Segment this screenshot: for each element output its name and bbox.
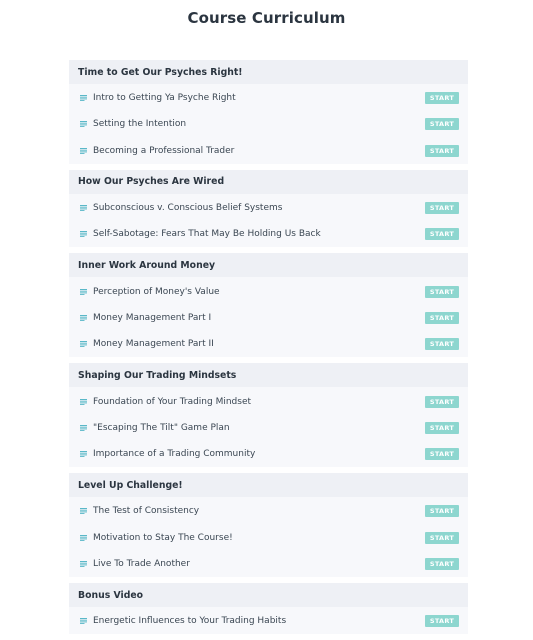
section-title: Shaping Our Trading Mindsets	[69, 363, 468, 388]
lecture-name: Live To Trade Another	[93, 559, 190, 569]
start-button[interactable]: START	[425, 395, 459, 408]
document-lines-icon	[80, 451, 87, 458]
lecture-item[interactable]: The Test of Consistency START	[69, 498, 468, 524]
curriculum-section: Time to Get Our Psyches Right! Intro to …	[69, 60, 468, 164]
lecture-item[interactable]: Intro to Getting Ya Psyche Right START	[69, 85, 468, 111]
start-button[interactable]: START	[425, 118, 459, 131]
document-lines-icon	[80, 121, 87, 128]
lecture-list: Perception of Money's Value START Money …	[69, 277, 468, 358]
start-button[interactable]: START	[425, 285, 459, 298]
start-button[interactable]: START	[425, 311, 459, 324]
start-button[interactable]: START	[425, 144, 459, 157]
course-curriculum: Time to Get Our Psyches Right! Intro to …	[69, 60, 468, 640]
document-lines-icon	[80, 618, 87, 625]
start-button[interactable]: START	[425, 615, 459, 628]
lecture-item[interactable]: Motivation to Stay The Course! START	[69, 525, 468, 551]
start-button[interactable]: START	[425, 531, 459, 544]
lecture-name: Motivation to Stay The Course!	[93, 532, 233, 543]
lecture-name: Perception of Money's Value	[93, 286, 220, 297]
document-lines-icon	[80, 205, 87, 212]
document-lines-icon	[80, 231, 87, 238]
lecture-item[interactable]: Subconscious v. Conscious Belief Systems…	[69, 195, 468, 221]
lecture-name: Self-Sabotage: Fears That May Be Holding…	[93, 229, 321, 240]
curriculum-section: How Our Psyches Are Wired Subconscious v…	[69, 169, 468, 248]
section-title: How Our Psyches Are Wired	[69, 169, 468, 194]
start-button[interactable]: START	[425, 228, 459, 241]
start-button[interactable]: START	[425, 505, 459, 518]
lecture-item[interactable]: Perception of Money's Value START	[69, 278, 468, 304]
lecture-item[interactable]: Live To Trade Another START	[69, 551, 468, 577]
lecture-name: Foundation of Your Trading Mindset	[93, 396, 252, 407]
lecture-name: Setting the Intention	[93, 119, 187, 130]
start-button[interactable]: START	[425, 338, 459, 351]
lecture-item[interactable]: "Escaping The Tilt" Game Plan START	[69, 415, 468, 441]
lecture-item[interactable]: Setting the Intention START	[69, 111, 468, 137]
lecture-name: The Test of Consistency	[93, 506, 200, 517]
lecture-list: Intro to Getting Ya Psyche Right START S…	[69, 84, 468, 164]
lecture-item[interactable]: Money Management Part I START	[69, 305, 468, 331]
lecture-list: Energetic Influences to Your Trading Hab…	[69, 607, 468, 635]
section-title: Time to Get Our Psyches Right!	[69, 60, 468, 84]
document-lines-icon	[80, 147, 87, 154]
lecture-item[interactable]: Foundation of Your Trading Mindset START	[69, 388, 468, 414]
document-lines-icon	[80, 314, 87, 321]
page-title: Course Curriculum	[187, 9, 346, 27]
document-lines-icon	[80, 534, 87, 541]
lecture-list: Foundation of Your Trading Mindset START…	[69, 387, 468, 468]
document-lines-icon	[80, 398, 87, 405]
document-lines-icon	[80, 561, 87, 567]
lecture-list: Subconscious v. Conscious Belief Systems…	[69, 193, 468, 248]
lecture-name: Importance of a Trading Community	[93, 449, 256, 460]
start-button[interactable]: START	[425, 448, 459, 461]
lecture-name: Subconscious v. Conscious Belief Systems	[93, 203, 283, 214]
start-button[interactable]: START	[425, 558, 459, 570]
section-title: Inner Work Around Money	[69, 253, 468, 278]
lecture-item[interactable]: Becoming a Professional Trader START	[69, 138, 468, 164]
start-button[interactable]: START	[425, 421, 459, 434]
lecture-item[interactable]: Importance of a Trading Community START	[69, 441, 468, 467]
start-button[interactable]: START	[425, 92, 459, 105]
lecture-name: Becoming a Professional Trader	[93, 145, 235, 156]
lecture-item[interactable]: Self-Sabotage: Fears That May Be Holding…	[69, 221, 468, 247]
lecture-name: Money Management Part II	[93, 339, 214, 350]
curriculum-section: Shaping Our Trading Mindsets Foundation …	[69, 363, 468, 468]
section-title: Level Up Challenge!	[69, 473, 468, 498]
document-lines-icon	[80, 508, 87, 515]
start-button[interactable]: START	[425, 202, 459, 215]
lecture-item[interactable]: Energetic Influences to Your Trading Hab…	[69, 608, 468, 634]
document-lines-icon	[80, 341, 87, 348]
lecture-list: The Test of Consistency START Motivation…	[69, 497, 468, 578]
curriculum-section: Inner Work Around Money Perception of Mo…	[69, 253, 468, 358]
lecture-item[interactable]: Money Management Part II START	[69, 331, 468, 357]
lecture-name: Money Management Part I	[93, 312, 212, 323]
curriculum-section: Bonus Video Energetic Influences to Your…	[69, 583, 468, 635]
lecture-name: Energetic Influences to Your Trading Hab…	[93, 616, 287, 627]
lecture-name: Intro to Getting Ya Psyche Right	[93, 93, 236, 104]
curriculum-section: Level Up Challenge! The Test of Consiste…	[69, 473, 468, 578]
lecture-name: "Escaping The Tilt" Game Plan	[93, 422, 230, 433]
document-lines-icon	[80, 424, 87, 431]
document-lines-icon	[80, 288, 87, 295]
document-lines-icon	[80, 95, 87, 102]
section-title: Bonus Video	[69, 583, 468, 608]
